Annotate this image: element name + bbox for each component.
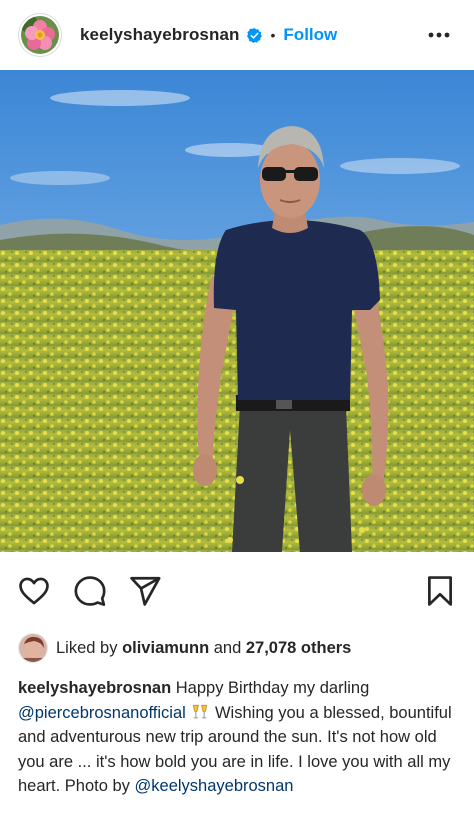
liker-username[interactable]: oliviamunn xyxy=(122,639,209,658)
post-username[interactable]: keelyshayebrosnan xyxy=(80,25,240,45)
verified-badge-icon xyxy=(246,27,262,43)
caption-username[interactable]: keelyshayebrosnan xyxy=(18,679,171,697)
share-icon xyxy=(130,576,161,606)
more-options-button[interactable] xyxy=(428,24,450,46)
like-button[interactable] xyxy=(17,574,51,608)
post-header: keelyshayebrosnan • Follow xyxy=(0,0,474,70)
bookmark-icon xyxy=(428,576,452,606)
caption-mention-1[interactable]: @piercebrosnanofficial xyxy=(18,704,186,722)
comment-button[interactable] xyxy=(73,574,107,608)
flower-avatar-icon xyxy=(21,16,59,54)
action-bar xyxy=(0,566,474,622)
share-button[interactable] xyxy=(128,574,162,608)
caption-text-1: Happy Birthday my darling xyxy=(175,679,370,697)
separator-dot: • xyxy=(270,27,276,43)
likes-middle: and xyxy=(213,638,242,657)
champagne-toast-emoji xyxy=(193,704,208,719)
post-caption: keelyshayebrosnan Happy Birthday my darl… xyxy=(18,676,458,799)
man-in-flower-field-photo xyxy=(0,70,474,552)
save-button[interactable] xyxy=(423,574,457,608)
post-image[interactable] xyxy=(0,70,474,552)
follow-button[interactable]: Follow xyxy=(283,25,337,45)
liker-avatar[interactable] xyxy=(18,633,48,663)
liker-avatar-image xyxy=(19,634,47,662)
likes-summary: Liked by oliviamunn and 27,078 others xyxy=(18,632,351,664)
more-options-icon xyxy=(428,32,450,38)
heart-icon xyxy=(19,577,49,605)
likes-count[interactable]: 27,078 others xyxy=(246,639,351,658)
caption-mention-2[interactable]: @keelyshayebrosnan xyxy=(135,777,294,795)
comment-icon xyxy=(74,576,106,606)
profile-avatar[interactable] xyxy=(18,13,62,57)
likes-prefix: Liked by xyxy=(56,638,118,657)
